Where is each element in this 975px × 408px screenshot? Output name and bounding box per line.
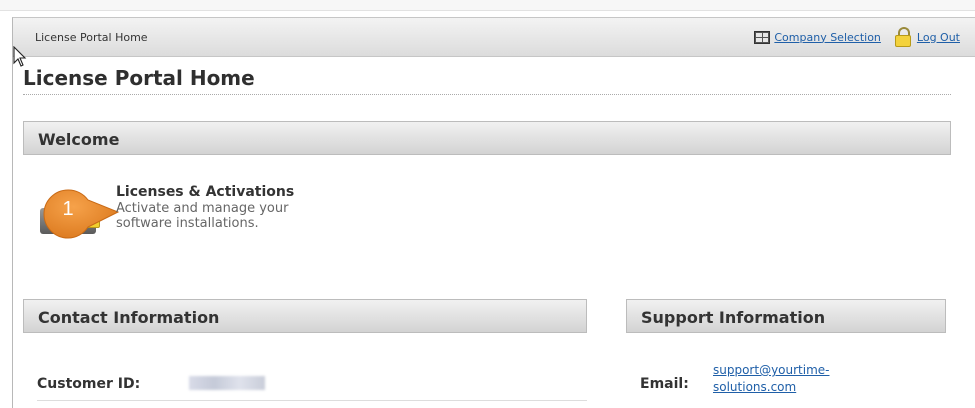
support-information-header: Support Information <box>626 299 946 333</box>
browser-top-strip <box>0 0 975 11</box>
breadcrumb: License Portal Home <box>35 31 148 44</box>
welcome-header: Welcome <box>23 121 951 155</box>
page-title: License Portal Home <box>23 66 255 90</box>
company-selection-link[interactable]: Company Selection <box>774 31 881 44</box>
top-bar: License Portal Home Company Selection Lo… <box>13 18 975 57</box>
licenses-activations-link[interactable]: Licenses & Activations <box>116 184 294 200</box>
support-email-link[interactable]: support@yourtime-solutions.com <box>713 362 853 396</box>
grid-icon <box>754 30 771 44</box>
logout-link[interactable]: Log Out <box>917 31 960 44</box>
cursor-icon <box>13 46 27 67</box>
top-nav: Company Selection Log Out <box>754 27 960 47</box>
support-email-label: Email: <box>640 376 689 392</box>
callout-number: 1 <box>62 198 74 220</box>
customer-id-label: Customer ID: <box>37 376 141 392</box>
customer-id-value-blurred <box>189 376 265 390</box>
lock-icon <box>894 27 911 47</box>
contact-row-divider <box>37 400 587 401</box>
step-callout: 1 <box>40 186 122 242</box>
title-divider <box>23 94 951 95</box>
contact-information-header: Contact Information <box>23 299 587 333</box>
licenses-description: Activate and manage your software instal… <box>116 201 289 231</box>
